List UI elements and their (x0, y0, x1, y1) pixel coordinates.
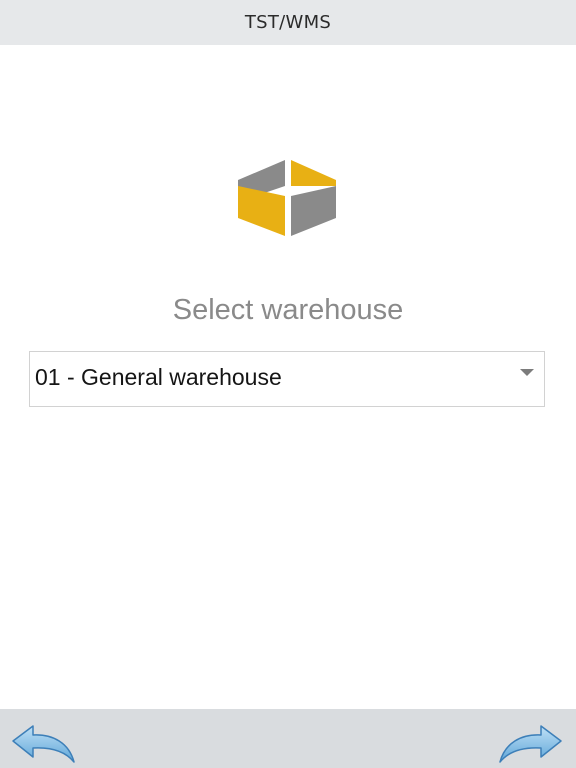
forward-arrow-icon (499, 725, 562, 763)
warehouse-box-icon (236, 158, 340, 238)
bottom-toolbar (0, 709, 576, 768)
back-button[interactable] (11, 723, 77, 765)
forward-button[interactable] (497, 723, 563, 765)
screen: TST/WMS Select warehouse 01 - General wa… (0, 0, 576, 768)
select-warehouse-heading: Select warehouse (172, 294, 404, 326)
back-arrow-icon (12, 725, 75, 763)
top-bar: TST/WMS (0, 0, 576, 45)
warehouse-select-value: 01 - General warehouse (35, 364, 282, 390)
app-title: TST/WMS (244, 12, 332, 33)
chevron-down-icon (520, 369, 534, 376)
warehouse-select[interactable]: 01 - General warehouse (29, 351, 545, 407)
